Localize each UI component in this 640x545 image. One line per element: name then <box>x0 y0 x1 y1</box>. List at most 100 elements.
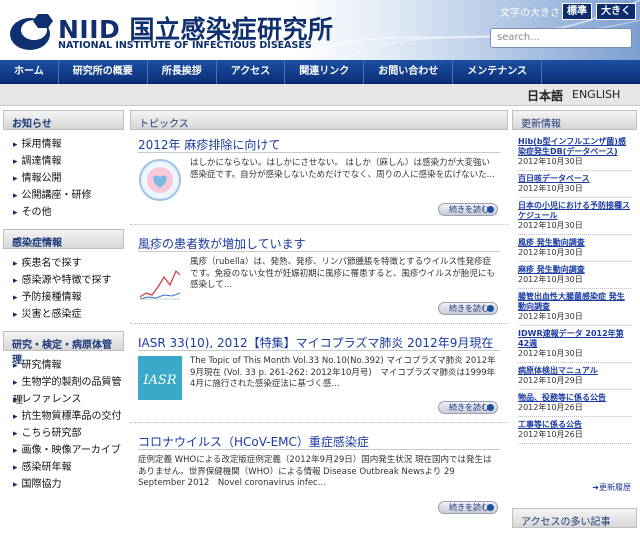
list-item: 物品、役務等に係る公告 2012年10月26日 <box>518 390 631 417</box>
rubella-chart-icon <box>138 257 182 301</box>
sidebar-item[interactable]: 研究情報 <box>3 357 124 374</box>
nav-home[interactable]: ホーム <box>0 59 59 84</box>
sidebar-item[interactable]: 画像・映像アーカイブ <box>3 442 124 459</box>
sidebar-item[interactable]: 抗生物質標準品の交付 <box>3 408 124 425</box>
popular-articles-header: アクセスの多い記事 <box>512 508 637 528</box>
updates-header: 更新情報 <box>512 110 637 130</box>
topic-item: コロナウイルス（HCoV-EMC）重症感染症 症例定義 WHOによる改定版症例定… <box>130 427 508 522</box>
divider <box>138 449 500 450</box>
section-header-disease-info: 感染症情報 <box>3 229 124 249</box>
section-header-notices: お知らせ <box>3 110 124 130</box>
topic-title[interactable]: 風疹の患者数が増加しています <box>138 235 306 252</box>
sidebar-item[interactable]: 感染源や特徴で探す <box>3 272 124 289</box>
nav-maintenance[interactable]: メンテナンス <box>453 59 543 84</box>
language-bar: 日本語 ENGLISH <box>0 84 640 106</box>
sidebar-item[interactable]: 国際協力 <box>3 476 124 493</box>
sidebar-item[interactable]: 生物学的製剤の品質管理 <box>3 374 124 406</box>
update-title[interactable]: 日本の小児における予防接種スケジュール <box>518 201 631 221</box>
update-date: 2012年10月26日 <box>518 430 583 439</box>
read-more-button[interactable]: 続きを読む <box>438 203 498 216</box>
divider <box>138 251 500 252</box>
svg-text:IASR: IASR <box>142 373 176 388</box>
topics-column: トピックス 2012年 麻疹排除に向けて はしかにならない。はしかにさせない。 … <box>130 110 508 545</box>
topic-item: 風疹の患者数が増加しています 風疹（rubella）は、発熱、発疹、リンパ節腫脹… <box>130 229 508 324</box>
iasr-logo-icon: IASR <box>138 356 182 400</box>
sidebar-item[interactable]: 予防接種情報 <box>3 289 124 306</box>
topic-title[interactable]: IASR 33(10), 2012【特集】マイコプラズマ肺炎 2012年9月現在 <box>138 334 493 351</box>
sidebar-item[interactable]: その他 <box>3 204 124 221</box>
nav-links[interactable]: 関連リンク <box>285 59 365 84</box>
topic-summary: はしかにならない。はしかにさせない。 はしか（麻しん）は感染力が大変強い感染症で… <box>190 158 495 180</box>
font-size-label: 文字の大きさ <box>500 8 560 19</box>
list-item: 腸管出血性大腸菌感染症 発生動向調査 2012年10月30日 <box>518 289 631 326</box>
sidebar-item[interactable]: 公開講座・研修 <box>3 187 124 204</box>
nav-access[interactable]: アクセス <box>217 59 286 84</box>
update-title[interactable]: 物品、役務等に係る公告 <box>518 393 631 403</box>
read-more-button[interactable]: 続きを読む <box>438 302 498 315</box>
sidebar-item[interactable]: 調達情報 <box>3 153 124 170</box>
sidebar-item[interactable]: 災害と感染症 <box>3 306 124 323</box>
logo-subtitle: NATIONAL INSTITUTE OF INFECTIOUS DISEASE… <box>58 40 312 51</box>
topic-summary: 風疹（rubella）は、発熱、発疹、リンパ節腫脹を特徴とするウイルス性発疹症で… <box>190 257 495 290</box>
font-large-button[interactable]: 大きく <box>596 3 636 20</box>
list-item: 百日咳データベース 2012年10月30日 <box>518 171 631 198</box>
nav-director-greeting[interactable]: 所長挨拶 <box>148 59 217 84</box>
update-title[interactable]: 風疹 発生動向調査 <box>518 238 631 248</box>
niid-logo-icon[interactable] <box>8 12 56 52</box>
update-title[interactable]: 百日咳データベース <box>518 174 631 184</box>
topic-title[interactable]: コロナウイルス（HCoV-EMC）重症感染症 <box>138 433 369 450</box>
update-date: 2012年10月30日 <box>518 184 583 193</box>
measles-elimination-logo-icon <box>139 159 181 201</box>
update-date: 2012年10月30日 <box>518 275 583 284</box>
sidebar-item[interactable]: 疾患名で探す <box>3 255 124 272</box>
list-item: Hib(b型インフルエンザ菌)感染症発生DB(データベース) 2012年10月30… <box>518 134 631 171</box>
research-list: 研究情報 生物学的製剤の品質管理 レファレンス 抗生物質標準品の交付 こちら研究… <box>3 351 124 501</box>
list-item: IDWR速報データ 2012年第42週 2012年10月30日 <box>518 326 631 363</box>
list-item: 日本の小児における予防接種スケジュール 2012年10月30日 <box>518 198 631 235</box>
topic-summary: The Topic of This Month Vol.33 No.10(No.… <box>190 356 496 389</box>
update-date: 2012年10月29日 <box>518 376 583 385</box>
update-date: 2012年10月30日 <box>518 248 583 257</box>
list-item: 風疹 発生動向調査 2012年10月30日 <box>518 235 631 262</box>
topic-title[interactable]: 2012年 麻疹排除に向けて <box>138 136 280 153</box>
sidebar-item[interactable]: 採用情報 <box>3 136 124 153</box>
update-date: 2012年10月30日 <box>518 157 583 166</box>
sidebar-item[interactable]: 情報公開 <box>3 170 124 187</box>
list-item: 麻疹 発生動向調査 2012年10月30日 <box>518 262 631 289</box>
topic-summary: 症例定義 WHOによる改定版症例定義（2012年9月29日）国内発生状況 現在国… <box>138 455 492 488</box>
update-title[interactable]: 腸管出血性大腸菌感染症 発生動向調査 <box>518 292 631 312</box>
update-title[interactable]: 工事等に係る公告 <box>518 420 631 430</box>
disease-info-list: 疾患名で探す 感染源や特徴で探す 予防接種情報 災害と感染症 <box>3 249 124 331</box>
search-input[interactable]: search... <box>490 28 632 48</box>
lang-english[interactable]: ENGLISH <box>572 88 620 101</box>
nav-about[interactable]: 研究所の概要 <box>59 59 148 84</box>
list-item: 病原体検出マニュアル 2012年10月29日 <box>518 363 631 390</box>
lang-japanese[interactable]: 日本語 <box>527 87 563 104</box>
list-item: 工事等に係る公告 2012年10月26日 <box>518 417 631 444</box>
updates-column: 更新情報 Hib(b型インフルエンザ菌)感染症発生DB(データベース) 2012年… <box>512 110 637 545</box>
update-title[interactable]: Hib(b型インフルエンザ菌)感染症発生DB(データベース) <box>518 137 631 157</box>
font-standard-button[interactable]: 標準 <box>562 3 592 20</box>
update-date: 2012年10月26日 <box>518 403 583 412</box>
update-history-link[interactable]: ➜更新履歴 <box>592 482 631 493</box>
divider <box>138 350 500 351</box>
left-sidebar: お知らせ 採用情報 調達情報 情報公開 公開講座・研修 その他 感染症情報 疾患… <box>3 110 124 545</box>
divider <box>138 152 500 153</box>
sidebar-item[interactable]: こちら研究部 <box>3 425 124 442</box>
topic-item: 2012年 麻疹排除に向けて はしかにならない。はしかにさせない。 はしか（麻し… <box>130 130 508 225</box>
notices-list: 採用情報 調達情報 情報公開 公開講座・研修 その他 <box>3 130 124 229</box>
update-title[interactable]: IDWR速報データ 2012年第42週 <box>518 329 631 349</box>
update-title[interactable]: 麻疹 発生動向調査 <box>518 265 631 275</box>
read-more-button[interactable]: 続きを読む <box>438 401 498 414</box>
nav-contact[interactable]: お問い合わせ <box>364 59 454 84</box>
read-more-button[interactable]: 続きを読む <box>438 501 498 514</box>
section-header-research: 研究・検定・病原体管理 <box>3 331 124 366</box>
update-title[interactable]: 病原体検出マニュアル <box>518 366 631 376</box>
topic-item: IASR 33(10), 2012【特集】マイコプラズマ肺炎 2012年9月現在… <box>130 328 508 423</box>
site-header: NIID 国立感染症研究所 NATIONAL INSTITUTE OF INFE… <box>0 0 640 60</box>
main-nav: ホーム 研究所の概要 所長挨拶 アクセス 関連リンク お問い合わせ メンテナンス <box>0 59 640 84</box>
sidebar-item[interactable]: 感染研年報 <box>3 459 124 476</box>
update-date: 2012年10月30日 <box>518 221 583 230</box>
updates-list: Hib(b型インフルエンザ菌)感染症発生DB(データベース) 2012年10月30… <box>512 130 637 444</box>
sidebar-item[interactable]: レファレンス <box>3 391 124 408</box>
